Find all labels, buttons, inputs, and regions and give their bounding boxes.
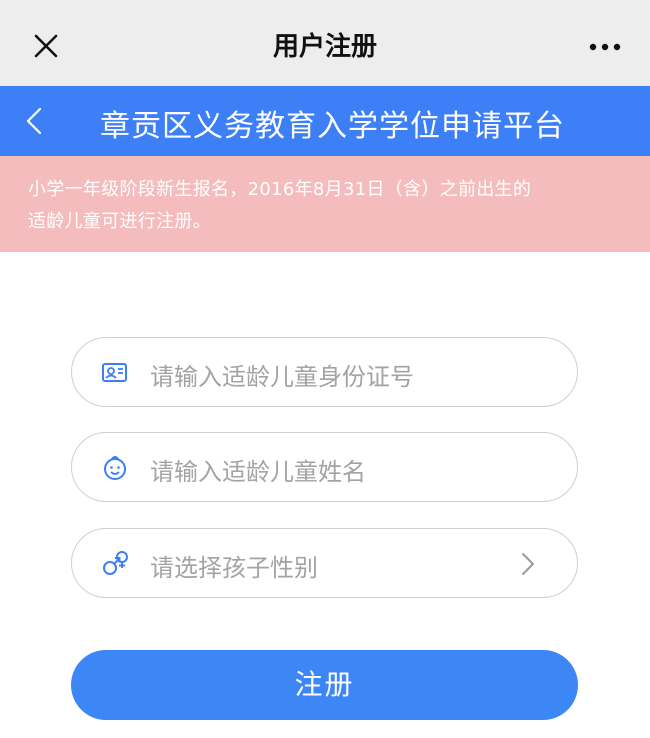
chevron-right-icon: [522, 553, 534, 575]
gender-select[interactable]: 请选择孩子性别: [71, 528, 578, 598]
id-number-field[interactable]: 请输入适龄儿童身份证号: [71, 337, 578, 407]
id-number-placeholder: 请输入适龄儿童身份证号: [150, 363, 414, 391]
id-card-icon: [102, 363, 127, 382]
notice-line-2: 适龄儿童可进行注册。: [28, 211, 211, 232]
registration-notice: 小学一年级阶段新生报名，2016年8月31日（含）之前出生的 适龄儿童可进行注册…: [0, 156, 650, 252]
back-icon[interactable]: [18, 104, 52, 138]
child-face-icon: [104, 456, 126, 480]
register-button[interactable]: 注册: [71, 650, 578, 720]
gender-placeholder: 请选择孩子性别: [150, 554, 318, 582]
child-name-placeholder: 请输入适龄儿童姓名: [150, 458, 366, 486]
notice-line-1: 小学一年级阶段新生报名，2016年8月31日（含）之前出生的: [28, 179, 532, 200]
gender-icon: [103, 551, 128, 575]
child-name-field[interactable]: 请输入适龄儿童姓名: [71, 432, 578, 502]
app-header: 章贡区义务教育入学学位申请平台: [0, 86, 650, 156]
header-title: 章贡区义务教育入学学位申请平台: [100, 109, 565, 144]
top-bar: 用户注册: [0, 0, 650, 86]
more-options-icon[interactable]: [580, 30, 630, 60]
page-title: 用户注册: [272, 32, 377, 62]
